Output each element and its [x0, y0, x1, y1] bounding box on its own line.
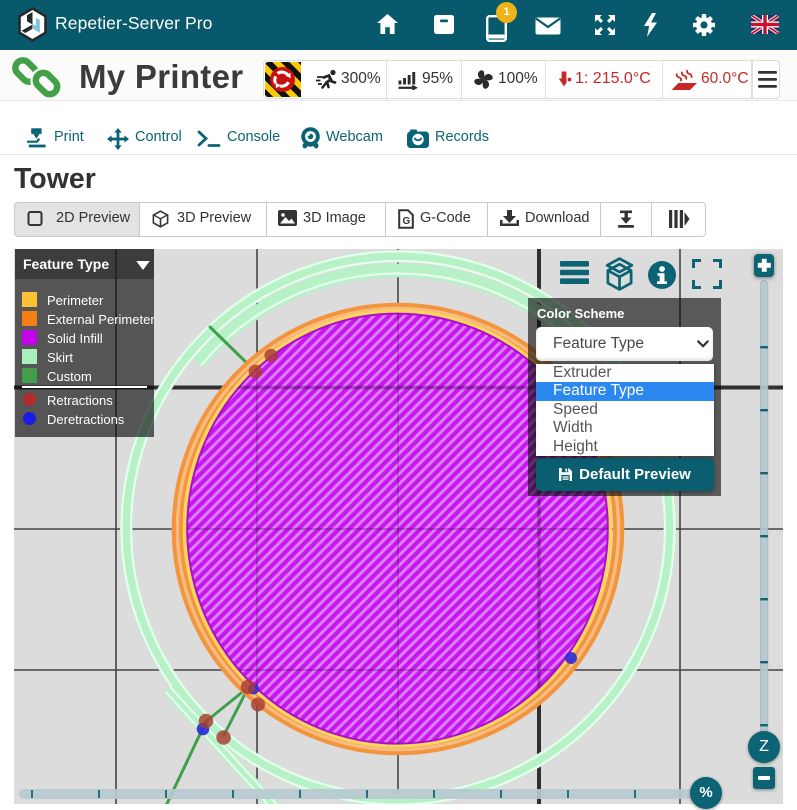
- svg-text:G: G: [403, 216, 411, 227]
